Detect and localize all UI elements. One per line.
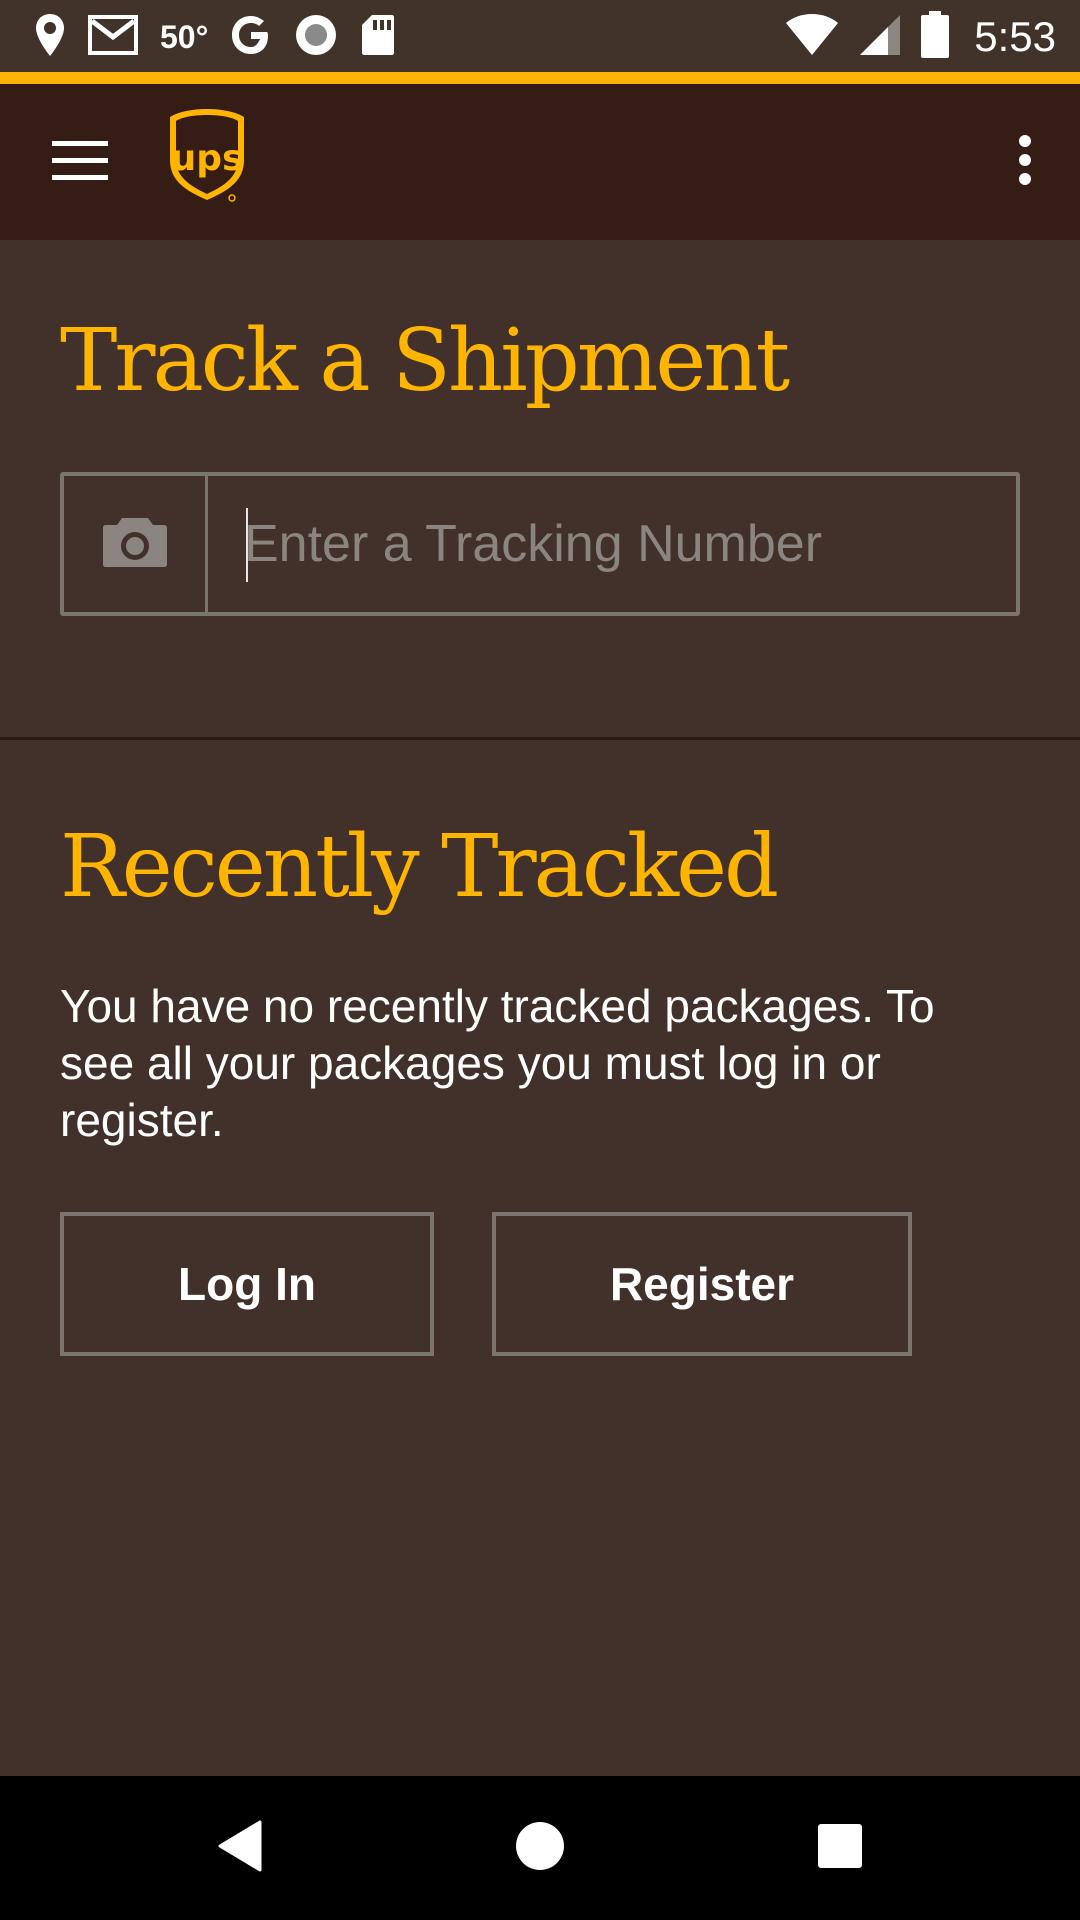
battery-icon	[920, 10, 950, 64]
recent-section: Recently Tracked You have no recently tr…	[0, 740, 1080, 1776]
more-vert-icon	[1017, 134, 1033, 191]
status-left-icons: 50°	[34, 10, 396, 64]
clock-text: 5:53	[974, 13, 1056, 60]
back-icon	[216, 1820, 264, 1877]
log-in-button[interactable]: Log In	[60, 1212, 434, 1356]
menu-button[interactable]	[40, 122, 120, 202]
recents-icon	[817, 1823, 863, 1874]
status-right-icons: 5:53	[784, 10, 1056, 64]
gmail-icon	[88, 14, 138, 60]
home-icon	[515, 1821, 565, 1876]
track-section: Track a Shipment	[0, 240, 1080, 738]
logo-text: ups	[171, 138, 244, 179]
nav-home-button[interactable]	[490, 1798, 590, 1898]
sd-card-icon	[360, 13, 396, 62]
scan-camera-button[interactable]	[64, 476, 208, 612]
wifi-icon	[784, 13, 840, 62]
app-bar: ups	[0, 84, 1080, 240]
track-title: Track a Shipment	[60, 311, 790, 411]
ups-logo: ups	[166, 106, 248, 204]
register-button[interactable]: Register	[492, 1212, 912, 1356]
record-icon	[294, 13, 338, 62]
nav-back-button[interactable]	[190, 1798, 290, 1898]
recent-empty-message: You have no recently tracked packages. T…	[60, 980, 935, 1146]
tracking-number-input[interactable]	[208, 476, 1016, 612]
text-caret	[246, 508, 248, 582]
overflow-menu-button[interactable]	[990, 122, 1060, 202]
location-icon	[34, 12, 66, 63]
status-bar: 50° 5:53	[0, 0, 1080, 74]
camera-icon	[102, 516, 168, 573]
navigation-bar	[0, 1776, 1080, 1920]
accent-line	[0, 72, 1080, 84]
hamburger-menu-icon	[52, 140, 108, 185]
tracking-field	[60, 472, 1020, 616]
nav-recents-button[interactable]	[790, 1798, 890, 1898]
signal-icon	[858, 13, 902, 62]
temperature-text: 50°	[160, 18, 209, 55]
google-icon	[230, 14, 272, 61]
recent-title: Recently Tracked	[60, 817, 779, 917]
